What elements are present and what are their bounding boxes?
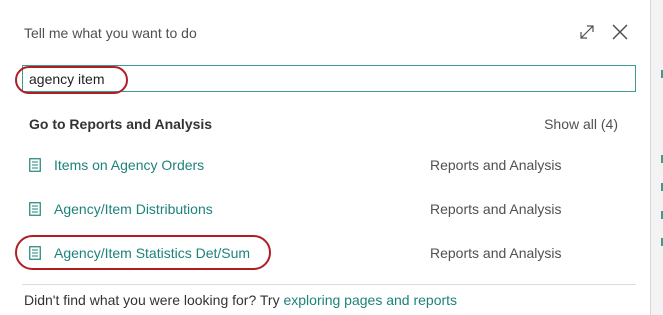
search-input[interactable] bbox=[29, 69, 619, 88]
result-row-items-on-agency-orders[interactable]: Items on Agency Orders Reports and Analy… bbox=[0, 150, 651, 180]
close-icon[interactable] bbox=[610, 22, 630, 42]
result-category: Reports and Analysis bbox=[430, 157, 562, 173]
background-page-edge bbox=[651, 0, 663, 315]
result-row-agency-item-statistics[interactable]: Agency/Item Statistics Det/Sum Reports a… bbox=[0, 238, 651, 268]
result-label[interactable]: Agency/Item Statistics Det/Sum bbox=[54, 245, 250, 261]
footer-divider bbox=[22, 284, 636, 285]
footer-text: Didn't find what you were looking for? T… bbox=[24, 292, 284, 308]
dialog-title: Tell me what you want to do bbox=[24, 25, 197, 41]
section-heading: Go to Reports and Analysis bbox=[29, 116, 213, 132]
report-icon bbox=[29, 158, 41, 172]
show-all-link[interactable]: Show all (4) bbox=[544, 116, 618, 132]
result-label[interactable]: Agency/Item Distributions bbox=[54, 201, 213, 217]
result-label[interactable]: Items on Agency Orders bbox=[54, 157, 204, 173]
result-category: Reports and Analysis bbox=[430, 201, 562, 217]
result-category: Reports and Analysis bbox=[430, 245, 562, 261]
result-row-agency-item-distributions[interactable]: Agency/Item Distributions Reports and An… bbox=[0, 194, 651, 224]
report-icon bbox=[29, 202, 41, 216]
expand-icon[interactable] bbox=[577, 22, 597, 42]
explore-pages-link[interactable]: exploring pages and reports bbox=[283, 292, 457, 308]
footer-help: Didn't find what you were looking for? T… bbox=[24, 292, 457, 308]
search-box bbox=[22, 65, 636, 92]
report-icon bbox=[29, 246, 41, 260]
tell-me-dialog: Tell me what you want to do Go to Report… bbox=[0, 0, 651, 315]
